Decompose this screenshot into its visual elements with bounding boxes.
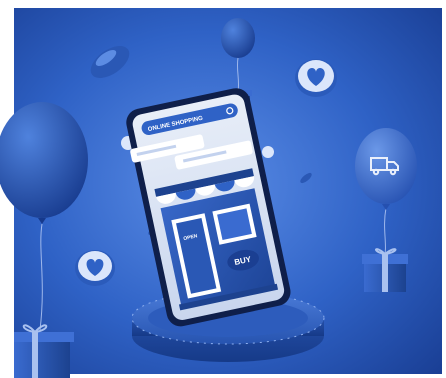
illustration-canvas: ONLINE SHOPPING OPEN BUY [0, 0, 446, 378]
gift-box-left [14, 324, 74, 378]
heart-icon [295, 59, 337, 97]
shopping-illustration: ONLINE SHOPPING OPEN BUY [0, 0, 446, 378]
gift-box-right [362, 248, 408, 292]
heart-bubble-left [75, 250, 115, 286]
